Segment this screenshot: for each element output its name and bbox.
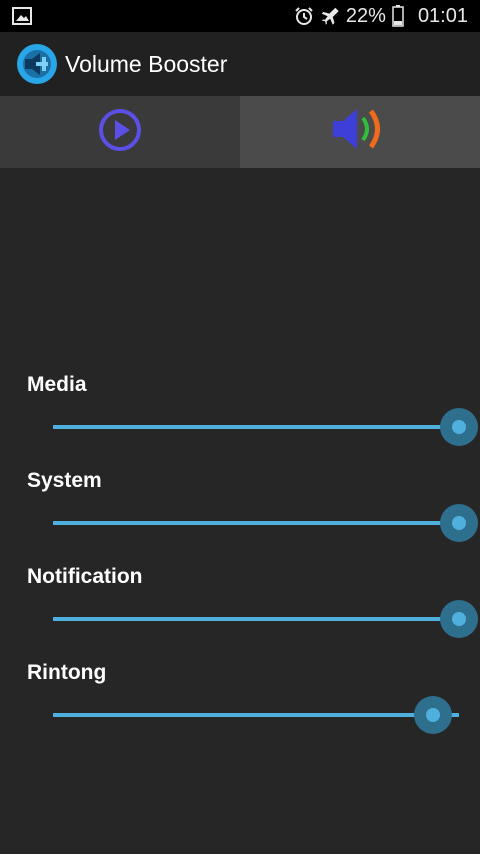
slider-thumb-ringtone[interactable] xyxy=(425,708,440,722)
airplane-mode-icon xyxy=(320,6,340,26)
slider-track-media[interactable] xyxy=(53,425,459,429)
status-bar: 22% 01:01 xyxy=(0,0,480,32)
slider-label-media: Media xyxy=(27,373,87,396)
app-bar: Volume Booster xyxy=(0,32,480,96)
slider-thumb-notification[interactable] xyxy=(452,612,466,626)
battery-icon xyxy=(392,5,404,27)
speaker-waves-icon xyxy=(331,104,389,161)
battery-percent: 22% xyxy=(345,4,386,27)
clock: 01:01 xyxy=(417,4,468,27)
play-circle-icon xyxy=(97,107,143,158)
tab-player[interactable] xyxy=(0,96,240,168)
app-title: Volume Booster xyxy=(65,51,228,77)
tab-bar xyxy=(0,96,480,168)
slider-thumb-system[interactable] xyxy=(452,516,466,530)
slider-track-ringtone[interactable] xyxy=(53,713,459,717)
slider-track-system[interactable] xyxy=(53,521,459,525)
slider-track-notification[interactable] xyxy=(53,617,459,621)
slider-label-system: System xyxy=(27,469,102,492)
gallery-icon xyxy=(12,7,32,25)
slider-label-notification: Notification xyxy=(27,565,143,588)
tab-volume[interactable] xyxy=(240,96,480,168)
slider-thumb-media[interactable] xyxy=(452,420,466,434)
slider-label-ringtone: Rintong xyxy=(27,661,107,684)
volume-booster-logo-icon xyxy=(16,43,58,85)
alarm-icon xyxy=(294,6,314,26)
